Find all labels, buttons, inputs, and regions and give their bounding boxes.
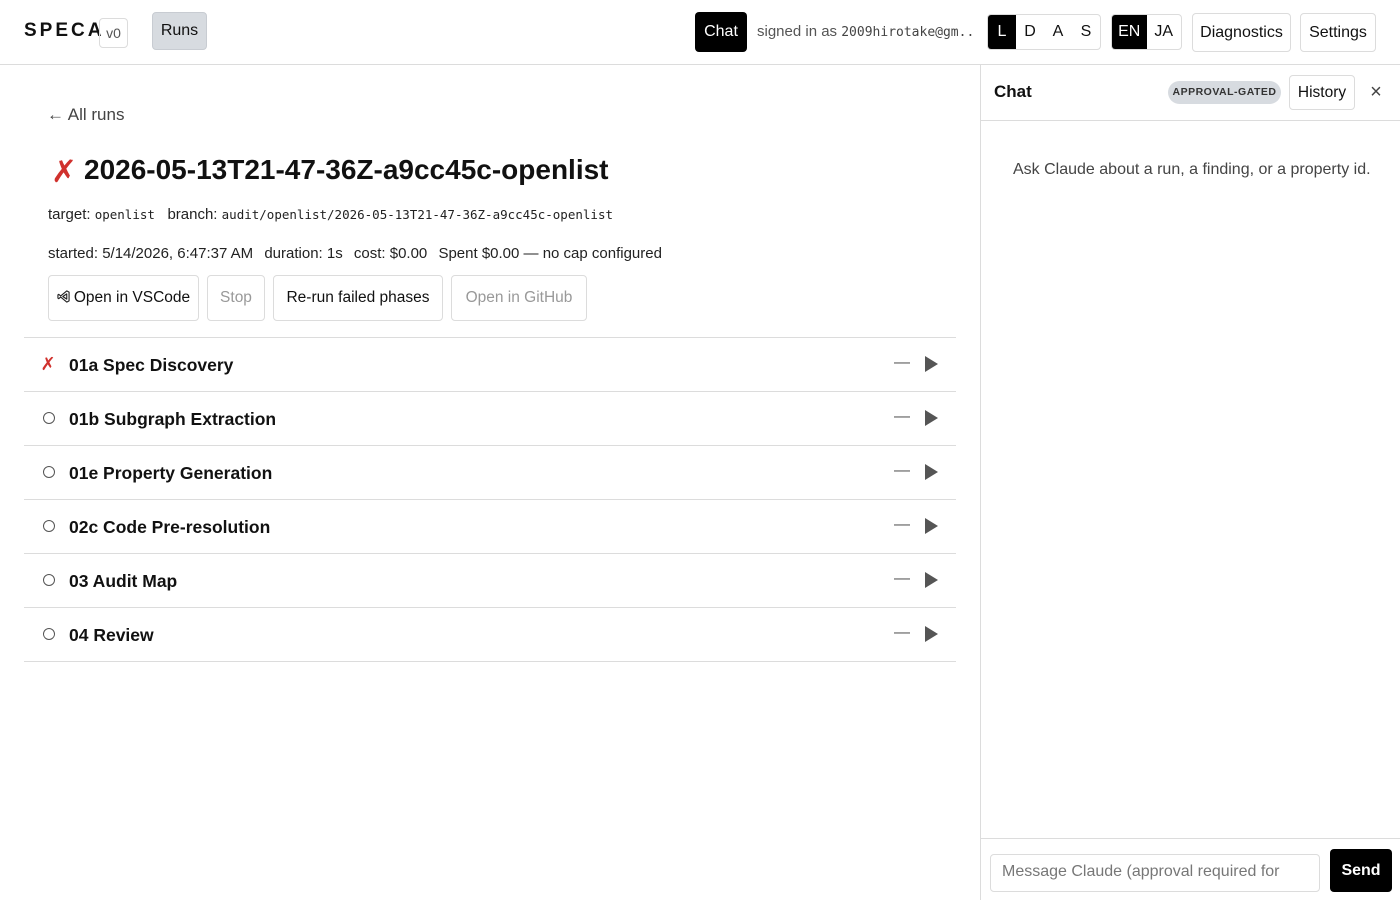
expand-triangle-icon[interactable] (925, 464, 938, 480)
phase-cost: — (894, 462, 910, 479)
phase-row[interactable]: 03 Audit Map — (24, 554, 956, 608)
phase-name: 04 Review (69, 625, 154, 645)
run-failed-icon: ✗ (51, 154, 77, 189)
version-badge: v0 (99, 18, 128, 48)
settings-button[interactable]: Settings (1300, 13, 1376, 52)
phase-pending-icon (40, 516, 56, 536)
phase-name: 01a Spec Discovery (69, 355, 234, 375)
phase-name: 01b Subgraph Extraction (69, 409, 277, 429)
phase-cost: — (894, 624, 910, 641)
expand-triangle-icon[interactable] (925, 572, 938, 588)
phase-row[interactable]: 02c Code Pre-resolution — (24, 500, 956, 554)
duration: duration: 1s (264, 245, 343, 262)
cost: cost: $0.00 (353, 245, 428, 262)
language-toggle: EN JA (1111, 14, 1182, 50)
phase-cost: — (894, 354, 910, 371)
expand-triangle-icon[interactable] (925, 518, 938, 534)
phase-pending-icon (40, 570, 56, 590)
brand-logo: SPECA (24, 20, 105, 41)
signed-in-info: signed in as 2009hirotake@gm... (757, 23, 975, 40)
rerun-failed-phases-button[interactable]: Re-run failed phases (273, 275, 443, 321)
expand-triangle-icon[interactable] (925, 410, 938, 426)
phase-failed-icon: ✗ (40, 354, 56, 374)
vscode-icon (57, 290, 70, 303)
expand-triangle-icon[interactable] (925, 626, 938, 642)
chat-toggle-button[interactable]: Chat (695, 12, 747, 52)
send-button[interactable]: Send (1330, 849, 1392, 892)
signed-in-email: 2009hirotake@gm... (841, 25, 975, 40)
phase-row[interactable]: ✗ 01a Spec Discovery — (24, 338, 956, 392)
chat-panel: Chat APPROVAL-GATED History × Ask Claude… (980, 65, 1400, 900)
signed-in-label: signed in as (757, 23, 838, 40)
phase-name: 02c Code Pre-resolution (69, 517, 271, 537)
open-in-vscode-label: Open in VSCode (73, 289, 191, 306)
phase-cost: — (894, 570, 910, 587)
chat-message-input[interactable]: Message Claude (approval required for (990, 854, 1320, 892)
branch-label: branch: (167, 206, 218, 223)
density-option-s[interactable]: S (1072, 15, 1100, 49)
language-option-en[interactable]: EN (1112, 15, 1147, 49)
language-option-ja[interactable]: JA (1147, 15, 1182, 49)
phase-list: ✗ 01a Spec Discovery — 01b Subgraph Extr… (24, 337, 956, 662)
phase-row[interactable]: 01e Property Generation — (24, 446, 956, 500)
expand-triangle-icon[interactable] (925, 356, 938, 372)
stop-button[interactable]: Stop (207, 275, 265, 321)
chat-title: Chat (994, 82, 1032, 101)
close-icon[interactable]: × (1365, 79, 1387, 105)
open-in-vscode-button[interactable]: Open in VSCode (48, 275, 199, 321)
density-option-l[interactable]: L (988, 15, 1016, 49)
phase-row[interactable]: 04 Review — (24, 608, 956, 662)
density-option-d[interactable]: D (1016, 15, 1044, 49)
phase-cost: — (894, 516, 910, 533)
phase-name: 01e Property Generation (69, 463, 273, 483)
diagnostics-button[interactable]: Diagnostics (1192, 13, 1291, 52)
branch-value: audit/openlist/2026-05-13T21-47-36Z-a9cc… (221, 207, 613, 222)
phase-pending-icon (40, 408, 56, 428)
nav-tab-runs[interactable]: Runs (152, 12, 207, 50)
target-value: openlist (94, 207, 155, 222)
phase-name: 03 Audit Map (69, 571, 178, 591)
target-label: target: (48, 206, 91, 223)
chat-header: Chat APPROVAL-GATED History × (981, 65, 1400, 121)
top-bar: SPECA v0 Runs Chat signed in as 2009hiro… (0, 0, 1400, 65)
back-to-runs-link[interactable]: ← All runs (47, 105, 124, 125)
density-option-a[interactable]: A (1044, 15, 1072, 49)
run-meta-stats: started: 5/14/2026, 6:47:37 AM duration:… (48, 245, 669, 262)
phase-pending-icon (40, 462, 56, 482)
chat-history-button[interactable]: History (1289, 75, 1355, 110)
approval-gated-badge: APPROVAL-GATED (1168, 81, 1281, 104)
phase-cost: — (894, 408, 910, 425)
density-toggle: L D A S (987, 14, 1101, 50)
run-detail: ← All runs ✗ 2026-05-13T21-47-36Z-a9cc45… (0, 65, 980, 900)
run-title: 2026-05-13T21-47-36Z-a9cc45c-openlist (84, 154, 609, 185)
open-in-github-button[interactable]: Open in GitHub (451, 275, 587, 321)
chat-empty-hint: Ask Claude about a run, a finding, or a … (1013, 161, 1371, 178)
phase-row[interactable]: 01b Subgraph Extraction — (24, 392, 956, 446)
chat-composer: Message Claude (approval required for Se… (981, 838, 1400, 900)
started-time: started: 5/14/2026, 6:47:37 AM (48, 245, 254, 262)
phase-pending-icon (40, 624, 56, 644)
run-meta-target: target: openlist branch: audit/openlist/… (48, 206, 613, 223)
budget-status: Spent $0.00 — no cap configured (438, 245, 662, 262)
